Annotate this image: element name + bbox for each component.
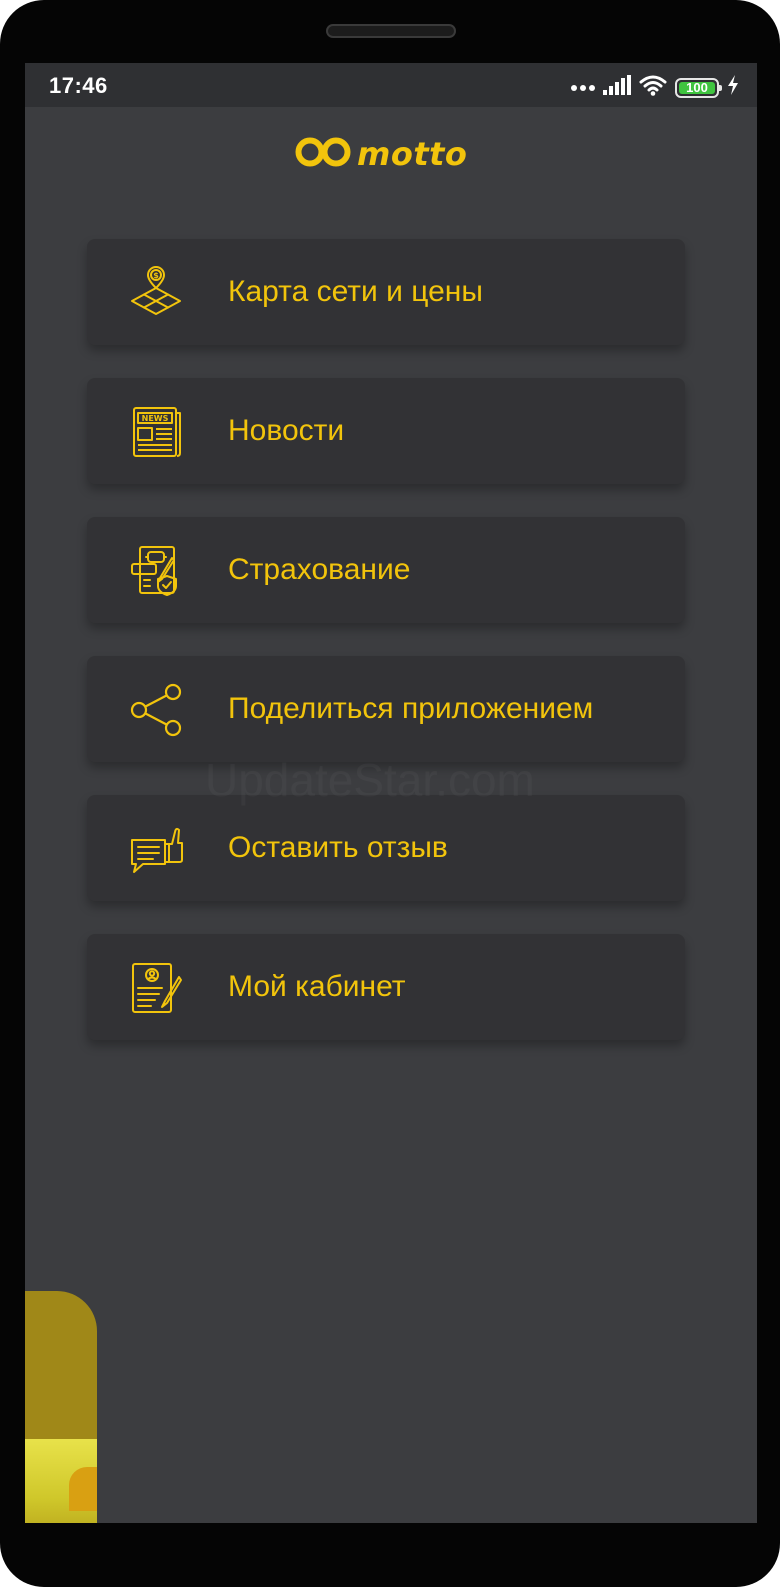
- profile-document-icon: [129, 961, 183, 1015]
- share-icon: [129, 683, 183, 737]
- battery-level: 100: [686, 80, 708, 95]
- svg-text:$: $: [153, 271, 159, 280]
- phone-frame: 17:46 100 motto $ Карта сети и цены NEWS…: [0, 0, 780, 1587]
- menu-item-feedback[interactable]: Оставить отзыв: [87, 795, 685, 901]
- signal-icon: [603, 75, 631, 100]
- wifi-icon: [639, 74, 667, 101]
- menu-item-news[interactable]: NEWS Новости: [87, 378, 685, 484]
- menu-item-label: Мой кабинет: [228, 970, 406, 1003]
- infinity-logo-icon: [295, 136, 351, 173]
- feedback-icon: [129, 822, 183, 876]
- status-bar: 17:46 100: [25, 63, 757, 107]
- menu-item-share[interactable]: Поделиться приложением: [87, 656, 685, 762]
- main-menu: $ Карта сети и цены NEWS Новости Страхов…: [87, 239, 685, 1073]
- svg-text:NEWS: NEWS: [142, 414, 169, 423]
- dots-icon: [571, 79, 595, 97]
- promo-card-edge[interactable]: [25, 1291, 97, 1523]
- speaker-grille: [326, 24, 456, 38]
- promo-image-accent: [69, 1467, 97, 1511]
- menu-item-label: Карта сети и цены: [228, 275, 483, 308]
- menu-item-cabinet[interactable]: Мой кабинет: [87, 934, 685, 1040]
- battery-icon: 100: [675, 77, 722, 98]
- menu-item-label: Поделиться приложением: [228, 692, 594, 725]
- menu-item-label: Новости: [228, 414, 345, 447]
- app-screen: 17:46 100 motto $ Карта сети и цены NEWS…: [25, 63, 757, 1523]
- menu-item-insurance[interactable]: Страхование: [87, 517, 685, 623]
- status-icons: 100: [571, 74, 739, 101]
- status-time: 17:46: [49, 73, 108, 98]
- charging-icon: [727, 75, 739, 100]
- watermark: UpdateStar.com: [205, 753, 535, 807]
- menu-item-label: Страхование: [228, 553, 411, 586]
- map-price-icon: $: [129, 266, 183, 320]
- insurance-icon: [129, 544, 183, 598]
- menu-item-label: Оставить отзыв: [228, 831, 448, 864]
- logo-text: motto: [357, 135, 468, 173]
- menu-item-map[interactable]: $ Карта сети и цены: [87, 239, 685, 345]
- newspaper-icon: NEWS: [129, 405, 183, 459]
- app-logo: motto: [295, 135, 467, 173]
